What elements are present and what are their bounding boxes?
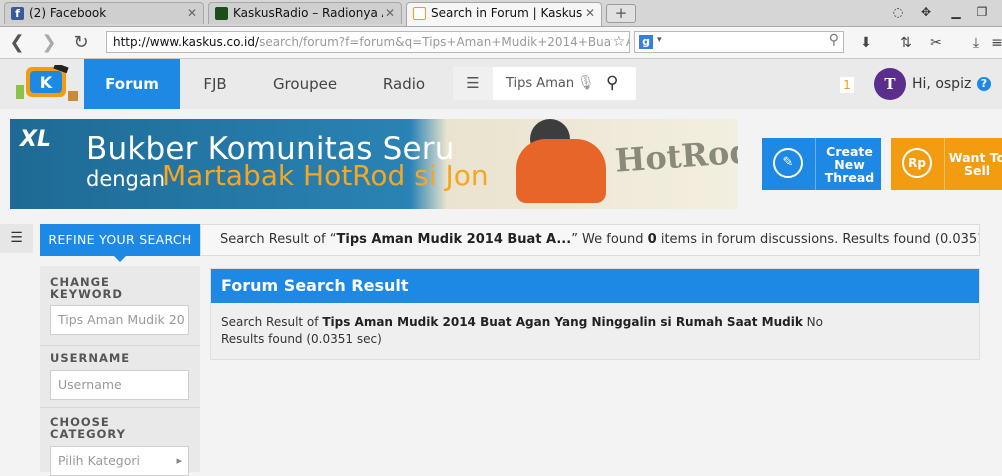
nav-forum[interactable]: Forum: [84, 59, 180, 109]
star-icon[interactable]: ☆: [612, 32, 625, 52]
search-icon[interactable]: ⚲: [829, 32, 839, 48]
url-host: http://www.kaskus.co.id/: [113, 35, 260, 49]
result-text-prefix: Search Result of: [221, 315, 323, 329]
kaskus-icon: [413, 7, 426, 20]
search-icon[interactable]: ⚲: [606, 67, 618, 100]
site-search-input[interactable]: Tips Aman: [506, 67, 574, 100]
nav-radio[interactable]: Radio: [376, 59, 432, 109]
site-search: ☰ Tips Aman 🎙 ⚲: [453, 67, 636, 100]
close-icon[interactable]: ✕: [187, 3, 197, 24]
menu-icon[interactable]: ≡: [988, 34, 1002, 52]
scissors-icon[interactable]: ✂: [927, 34, 945, 52]
summary-count: 0: [647, 232, 657, 247]
username-input[interactable]: Username: [50, 370, 189, 400]
kaskus-radio-icon: [215, 7, 228, 20]
username-label: USERNAME: [50, 351, 131, 365]
refine-search-tab[interactable]: REFINE YOUR SEARCH: [40, 224, 200, 256]
summary-query: Tips Aman Mudik 2014 Buat A...: [336, 232, 572, 247]
chevron-down-icon[interactable]: ▾: [657, 35, 662, 45]
tab-title: Search in Forum | Kaskus -: [431, 6, 583, 20]
change-keyword-section: CHANGE KEYWORD Tips Aman Mudik 20: [40, 266, 200, 346]
facebook-icon: f: [11, 7, 24, 20]
tab-title: (2) Facebook: [29, 6, 107, 20]
extension-icon[interactable]: ✥: [918, 4, 934, 20]
user-greeting[interactable]: Hi, ospiz: [912, 59, 971, 109]
rupiah-icon: Rp: [891, 138, 945, 190]
nav-fjb[interactable]: FJB: [192, 59, 238, 109]
notification-badge[interactable]: 1: [840, 77, 854, 93]
refine-caret: [114, 256, 126, 262]
help-icon[interactable]: ?: [977, 77, 991, 91]
xl-logo: XL: [20, 127, 51, 152]
list-icon[interactable]: ☰: [0, 224, 33, 253]
google-icon: g: [639, 35, 653, 49]
site-header: K Forum FJB Groupee Radio ☰ Tips Aman 🎙 …: [0, 59, 1002, 109]
sync-icon[interactable]: ⇅: [897, 34, 915, 52]
tab-facebook[interactable]: f (2) Facebook ✕: [4, 2, 204, 24]
summary-mid: ” We found: [571, 232, 648, 247]
refine-sidebar: CHANGE KEYWORD Tips Aman Mudik 20 USERNA…: [40, 266, 200, 476]
avatar[interactable]: T: [874, 68, 906, 100]
keyword-input[interactable]: Tips Aman Mudik 20: [50, 305, 189, 335]
close-icon[interactable]: ✕: [585, 3, 595, 24]
list-icon[interactable]: ☰: [453, 67, 493, 100]
chat-icon[interactable]: ◌: [890, 4, 906, 20]
forward-icon[interactable]: ❯: [38, 32, 60, 54]
want-to-sell-button[interactable]: Rp Want To Sell: [891, 138, 1002, 190]
url-path: search/forum?f=forum&q=Tips+Aman+Mudik+2…: [259, 35, 630, 49]
promo-banner[interactable]: XL Bukber Komunitas Seru dengan Martabak…: [10, 119, 738, 209]
minimize-icon[interactable]: ▁: [948, 4, 964, 20]
banner-subline-highlight: Martabak HotRod si Jon: [162, 159, 489, 192]
summary-prefix: Search Result of “: [220, 232, 337, 247]
change-keyword-label: CHANGE KEYWORD: [50, 275, 123, 301]
kaskus-logo[interactable]: K: [12, 62, 82, 105]
mic-icon[interactable]: 🎙: [577, 67, 595, 100]
banner-subline-prefix: dengan: [86, 167, 166, 191]
forum-result-panel: Forum Search Result Search Result of Tip…: [210, 268, 980, 360]
download-icon[interactable]: ⤓: [967, 34, 985, 52]
browser-tab-strip: f (2) Facebook ✕ KaskusRadio – Radionya …: [0, 0, 1002, 27]
category-placeholder: Pilih Kategori: [58, 453, 141, 468]
back-icon[interactable]: ❮: [6, 32, 28, 54]
download-tv-icon[interactable]: ⬇: [857, 34, 875, 52]
address-bar[interactable]: http://www.kaskus.co.id/search/forum?f=f…: [106, 31, 630, 53]
summary-suffix: items in forum discussions. Results foun…: [660, 232, 979, 247]
hotrod-sign: HotRod: [613, 132, 738, 180]
tab-kaskus-radio[interactable]: KaskusRadio – Radionya A ✕: [208, 2, 402, 24]
search-summary: Search Result of “Tips Aman Mudik 2014 B…: [200, 224, 980, 256]
tab-kaskus-search[interactable]: Search in Forum | Kaskus - ✕: [406, 2, 602, 26]
result-query: Tips Aman Mudik 2014 Buat Agan Yang Ning…: [322, 315, 803, 329]
new-tab-button[interactable]: +: [606, 4, 636, 23]
scooter-illustration: [516, 139, 606, 203]
browser-toolbar: ❮ ❯ ↻ http://www.kaskus.co.id/search/for…: [0, 27, 1002, 59]
nav-groupee[interactable]: Groupee: [266, 59, 344, 109]
pencil-icon: ✎: [762, 138, 816, 190]
svg-text:K: K: [40, 73, 53, 92]
create-thread-label: Create New Thread: [824, 143, 875, 185]
restore-icon[interactable]: ❐: [974, 4, 990, 20]
create-thread-button[interactable]: ✎ Create New Thread: [762, 138, 881, 190]
category-section: CHOOSE CATEGORY Pilih Kategori ▸: [40, 408, 200, 476]
search-engine-box[interactable]: g ▾ ⚲: [634, 31, 844, 53]
want-to-sell-label: Want To Sell: [948, 150, 1002, 178]
result-text: Search Result of Tips Aman Mudik 2014 Bu…: [221, 314, 861, 348]
category-label: CHOOSE CATEGORY: [50, 415, 126, 441]
result-title: Forum Search Result: [211, 269, 979, 303]
close-icon[interactable]: ✕: [385, 3, 395, 24]
username-section: USERNAME Username: [40, 346, 200, 408]
tab-title: KaskusRadio – Radionya A: [233, 6, 383, 20]
reload-icon[interactable]: ↻: [70, 32, 92, 54]
chevron-right-icon: ▸: [176, 454, 182, 467]
